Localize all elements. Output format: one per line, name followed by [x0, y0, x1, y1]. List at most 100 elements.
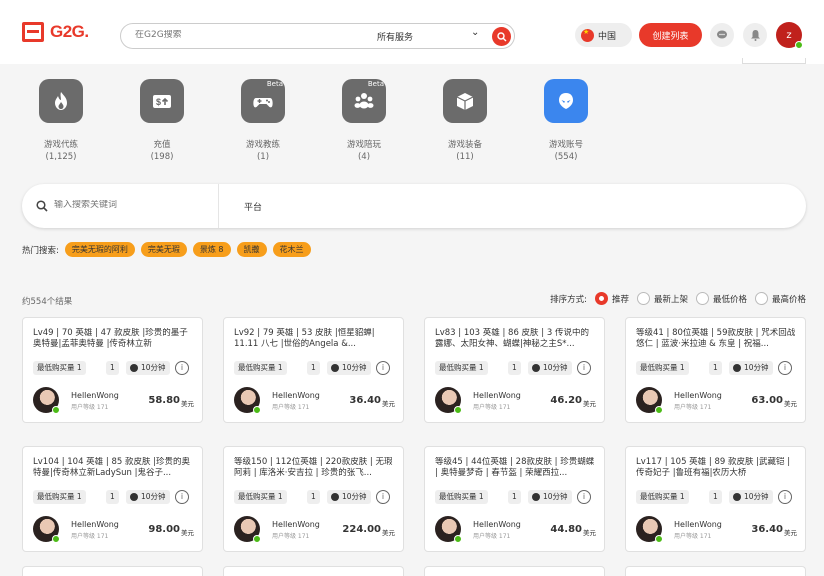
- listing-title: Lv117 | 105 英雄 | 89 款皮肤 |武藏铠 | 传奇妃子 |鲁班有…: [636, 457, 791, 478]
- listing-card[interactable]: 等级150 | 112位英雄 | 220款皮肤 | 无瑕阿莉 | 库洛米·安吉拉…: [223, 446, 404, 552]
- seller-avatar[interactable]: [234, 387, 261, 414]
- keyword-search-input[interactable]: [54, 200, 204, 210]
- category-coaching[interactable]: Beta 游戏教练 (1): [232, 79, 294, 162]
- category-items[interactable]: 游戏装备 (11): [434, 79, 496, 162]
- category-count: (198): [150, 152, 174, 162]
- listing-price: 36.40: [751, 524, 783, 535]
- category-companion[interactable]: Beta 游戏陪玩 (4): [333, 79, 395, 162]
- sort-option-label: 最新上架: [653, 294, 688, 305]
- delivery-time: 10分钟: [744, 492, 769, 501]
- quantity-badge: 1: [508, 361, 521, 375]
- seller-name[interactable]: HellenWong: [71, 391, 119, 400]
- online-indicator: [52, 535, 60, 543]
- sort-recommended[interactable]: 推荐: [594, 292, 629, 305]
- g2g-logo[interactable]: G2G.: [22, 22, 89, 42]
- beta-badge: Beta: [266, 80, 283, 88]
- info-icon[interactable]: i: [778, 361, 792, 375]
- delivery-time-badge: 10分钟: [528, 361, 572, 375]
- listing-card[interactable]: Lv49 | 70 英雄 | 47 款皮肤 |珍贵的墨子奥特曼|孟菲奥特曼 |传…: [22, 317, 203, 423]
- info-icon[interactable]: i: [175, 490, 189, 504]
- seller-avatar[interactable]: [636, 516, 663, 543]
- search-input[interactable]: [135, 30, 335, 40]
- clock-icon: [130, 364, 138, 372]
- info-icon[interactable]: i: [175, 361, 189, 375]
- seller-avatar[interactable]: [234, 516, 261, 543]
- seller-avatar[interactable]: [435, 516, 462, 543]
- listing-card-partial[interactable]: [424, 566, 605, 576]
- category-power-leveling[interactable]: 游戏代练 (1,125): [30, 79, 92, 162]
- listing-card-partial[interactable]: [625, 566, 806, 576]
- listing-title: Lv92 | 79 英雄 | 53 皮肤 |恒星貂蝉| 11.11 八七 |世俗…: [234, 328, 375, 349]
- seller-name[interactable]: HellenWong: [71, 520, 119, 529]
- seller-avatar[interactable]: [33, 387, 60, 414]
- info-icon[interactable]: i: [577, 490, 591, 504]
- clock-icon: [733, 493, 741, 501]
- seller-level: 用户等级 171: [473, 533, 511, 540]
- region-selector[interactable]: 中国: [575, 23, 632, 47]
- delivery-time-badge: 10分钟: [729, 361, 773, 375]
- user-avatar[interactable]: z: [776, 22, 803, 49]
- listing-card-partial[interactable]: [223, 566, 404, 576]
- online-indicator: [655, 535, 663, 543]
- sort-lowest-price[interactable]: 最低价格: [695, 292, 747, 305]
- min-purchase-badge: 最低购买量 1: [435, 361, 488, 375]
- listing-title: Lv49 | 70 英雄 | 47 款皮肤 |珍贵的墨子奥特曼|孟菲奥特曼 |传…: [33, 328, 188, 349]
- search-button[interactable]: [492, 27, 511, 46]
- avatar-initial: z: [786, 29, 792, 41]
- info-icon[interactable]: i: [778, 490, 792, 504]
- delivery-time-badge: 10分钟: [327, 361, 371, 375]
- seller-name[interactable]: HellenWong: [473, 520, 521, 529]
- sort-newest[interactable]: 最新上架: [636, 292, 688, 305]
- quantity-badge: 1: [709, 490, 722, 504]
- hot-search-tag[interactable]: 景炼 8: [192, 242, 231, 257]
- category-icon-box: Beta: [241, 79, 285, 123]
- companion-icon: [354, 93, 374, 109]
- chevron-down-icon[interactable]: ⌄: [471, 27, 479, 38]
- delivery-time: 10分钟: [141, 363, 166, 372]
- listing-card[interactable]: Lv92 | 79 英雄 | 53 皮肤 |恒星貂蝉| 11.11 八七 |世俗…: [223, 317, 404, 423]
- category-count: (1): [256, 152, 270, 162]
- listing-card[interactable]: Lv117 | 105 英雄 | 89 款皮肤 |武藏铠 | 传奇妃子 |鲁班有…: [625, 446, 806, 552]
- notification-button[interactable]: [743, 23, 767, 47]
- category-accounts[interactable]: 游戏账号 (554): [535, 79, 597, 162]
- seller-avatar[interactable]: [33, 516, 60, 543]
- listing-card[interactable]: Lv104 | 104 英雄 | 85 款皮肤 |珍贵的奥特曼|传奇林立新Lad…: [22, 446, 203, 552]
- listing-card-partial[interactable]: [22, 566, 203, 576]
- delivery-time: 10分钟: [744, 363, 769, 372]
- seller-name[interactable]: HellenWong: [272, 391, 320, 400]
- service-select[interactable]: 所有服务: [377, 30, 413, 43]
- category-top-up[interactable]: $ 充值 (198): [131, 79, 193, 162]
- platform-filter[interactable]: 平台: [244, 200, 262, 213]
- seller-name[interactable]: HellenWong: [674, 391, 722, 400]
- clock-icon: [733, 364, 741, 372]
- hot-search-tag[interactable]: 完美无瑕: [140, 242, 187, 257]
- seller-avatar[interactable]: [435, 387, 462, 414]
- hot-search-tag[interactable]: 完美无瑕的阿利: [64, 242, 135, 257]
- search-icon: [496, 31, 506, 41]
- radio-icon: [695, 292, 709, 305]
- create-listing-button[interactable]: 创建列表: [639, 23, 702, 47]
- result-count: 约554个结果: [22, 297, 73, 307]
- hot-search-tag[interactable]: 花木兰: [272, 242, 311, 257]
- sort-highest-price[interactable]: 最高价格: [754, 292, 806, 305]
- seller-name[interactable]: HellenWong: [272, 520, 320, 529]
- listing-card[interactable]: Lv83 | 103 英雄 | 86 皮肤 | 3 传说中的露娜、太阳女神、蝴蝶…: [424, 317, 605, 423]
- region-label: 中国: [598, 31, 617, 42]
- chat-button[interactable]: [710, 23, 734, 47]
- min-purchase-badge: 最低购买量 1: [234, 361, 287, 375]
- listing-card[interactable]: 等级41 | 80位英雄 | 59款皮肤 | 咒术回战悠仁 | 蓝波·米拉迪 &…: [625, 317, 806, 423]
- info-icon[interactable]: i: [376, 490, 390, 504]
- listing-card[interactable]: 等级45 | 44位英雄 | 28款皮肤 | 珍贵蝴蝶 | 奥特曼梦奇 | 春节…: [424, 446, 605, 552]
- info-icon[interactable]: i: [376, 361, 390, 375]
- listing-price: 224.00: [342, 524, 381, 535]
- delivery-time-badge: 10分钟: [729, 490, 773, 504]
- beta-badge: Beta: [367, 80, 384, 88]
- seller-name[interactable]: HellenWong: [674, 520, 722, 529]
- seller-name[interactable]: HellenWong: [473, 391, 521, 400]
- hot-search-tag[interactable]: 凯撒: [236, 242, 267, 257]
- seller-avatar[interactable]: [636, 387, 663, 414]
- info-icon[interactable]: i: [577, 361, 591, 375]
- listing-title: 等级41 | 80位英雄 | 59款皮肤 | 咒术回战悠仁 | 蓝波·米拉迪 &…: [636, 328, 796, 349]
- category-count: (554): [554, 152, 578, 162]
- hot-searches: 热门搜索: 完美无瑕的阿利 完美无瑕 景炼 8 凯撒 花木兰: [22, 242, 317, 257]
